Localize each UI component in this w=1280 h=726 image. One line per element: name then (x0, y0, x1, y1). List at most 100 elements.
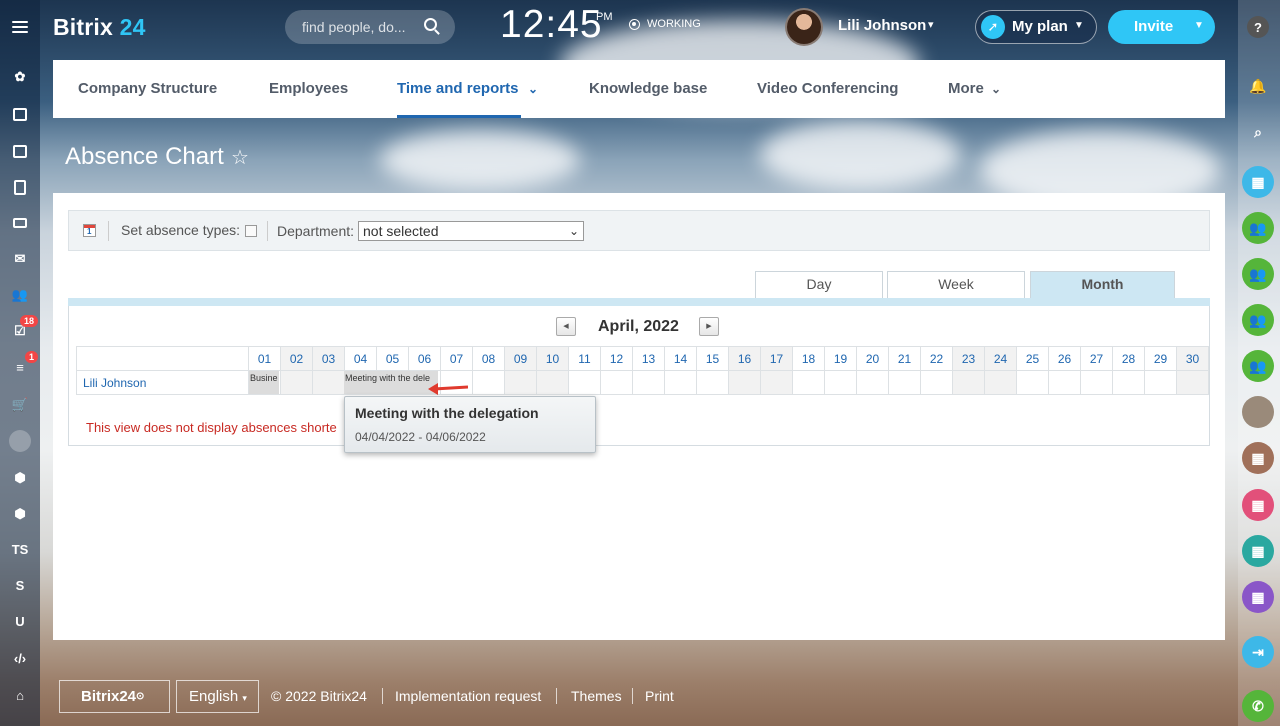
day-cell[interactable] (504, 370, 537, 395)
day-cell[interactable] (824, 370, 857, 395)
day-cell[interactable] (664, 370, 697, 395)
sidebar-item-s[interactable]: S (0, 567, 40, 603)
notification-bell-icon[interactable]: 🔔 (1242, 70, 1274, 102)
absence-bar-meeting[interactable]: Meeting with the dele (344, 371, 438, 394)
day-cell[interactable] (1080, 370, 1113, 395)
prev-month-button[interactable]: ◀ (556, 317, 576, 336)
tab-week[interactable]: Week (887, 271, 1025, 298)
nav-company-structure[interactable]: Company Structure (78, 80, 217, 97)
android-icon[interactable]: ⌂ (0, 677, 40, 713)
day-header: 12 (600, 346, 633, 371)
department-select[interactable]: not selected ⌄ (358, 221, 584, 241)
tab-month[interactable]: Month (1030, 271, 1175, 298)
day-cell[interactable] (920, 370, 953, 395)
day-cell[interactable] (1112, 370, 1145, 395)
day-cell[interactable] (792, 370, 825, 395)
box-icon[interactable]: ⬢ (0, 460, 40, 496)
calendar-chat-icon[interactable]: ▦ (1242, 581, 1274, 613)
day-cell[interactable] (1176, 370, 1209, 395)
chevron-down-icon[interactable]: ⌄ (528, 82, 538, 96)
document-icon[interactable] (0, 169, 40, 205)
groups-icon[interactable]: 👥 (0, 277, 40, 313)
day-cell[interactable] (952, 370, 985, 395)
print-link[interactable]: Print (645, 688, 674, 704)
cart-icon[interactable]: 🛒 (0, 387, 40, 423)
day-cell[interactable] (472, 370, 505, 395)
clock[interactable]: 12:45 (500, 3, 603, 47)
tasks-check-icon[interactable]: ☑ 18 (0, 313, 40, 349)
mail-icon[interactable]: ✉ (0, 241, 40, 277)
day-cell[interactable] (312, 370, 345, 395)
day-cell[interactable] (600, 370, 633, 395)
nav-time-and-reports[interactable]: Time and reports (397, 80, 518, 97)
themes-link[interactable]: Themes (571, 688, 622, 704)
sidebar-item-u[interactable]: U (0, 603, 40, 639)
nav-more[interactable]: More (948, 80, 984, 97)
short-absence-notice: This view does not display absences shor… (86, 420, 337, 435)
absence-bar-business[interactable]: Busine (249, 371, 279, 394)
group-chat-icon[interactable]: 👥 (1242, 304, 1274, 336)
contact-avatar[interactable] (1242, 396, 1274, 428)
day-cell[interactable] (696, 370, 729, 395)
day-cell[interactable] (728, 370, 761, 395)
feed-icon[interactable]: ✿ (0, 59, 40, 95)
chevron-down-icon[interactable]: ▾ (928, 18, 934, 31)
day-header: 30 (1176, 346, 1209, 371)
filter-icon[interactable]: ≡ 1 (0, 349, 40, 385)
calendar-icon[interactable] (0, 133, 40, 169)
logo[interactable]: Bitrix 24 (53, 14, 146, 41)
sidebar-item-ts[interactable]: TS (0, 531, 40, 567)
day-cell[interactable] (1144, 370, 1177, 395)
day-cell[interactable] (888, 370, 921, 395)
nav-knowledge-base[interactable]: Knowledge base (589, 80, 707, 97)
employee-name-link[interactable]: Lili Johnson (76, 370, 249, 395)
phone-icon[interactable]: ✆ (1242, 690, 1274, 722)
my-plan-label: My plan (1012, 18, 1068, 35)
open-lines-icon[interactable]: ⇥ (1242, 636, 1274, 668)
group-chat-icon[interactable]: 👥 (1242, 258, 1274, 290)
implementation-request-link[interactable]: Implementation request (395, 688, 541, 704)
working-status[interactable]: WORKING (647, 18, 701, 30)
invite-button[interactable]: Invite ▼ (1108, 10, 1215, 44)
next-month-button[interactable]: ▶ (699, 317, 719, 336)
cube-icon[interactable]: ⬢ (0, 496, 40, 532)
set-absence-types-checkbox[interactable] (245, 225, 257, 237)
search-icon[interactable]: ⌕ (1242, 116, 1274, 148)
drive-icon[interactable] (0, 205, 40, 241)
avatar[interactable] (785, 8, 823, 46)
day-cell[interactable] (568, 370, 601, 395)
star-icon[interactable]: ☆ (231, 145, 249, 170)
group-chat-icon[interactable]: 👥 (1242, 212, 1274, 244)
menu-icon[interactable] (0, 9, 40, 45)
contact-card-icon[interactable] (0, 423, 40, 459)
bg-cloud (760, 120, 960, 190)
day-cell[interactable] (1048, 370, 1081, 395)
divider (632, 688, 633, 704)
my-plan-button[interactable]: ➚ My plan ▼ (975, 10, 1097, 44)
calendar-icon[interactable] (83, 224, 96, 237)
calendar-chat-icon[interactable]: ▦ (1242, 489, 1274, 521)
calendar-chat-icon[interactable]: ▦ (1242, 166, 1274, 198)
user-name[interactable]: Lili Johnson (838, 17, 926, 34)
day-cell[interactable] (984, 370, 1017, 395)
calendar-chat-icon[interactable]: ▦ (1242, 442, 1274, 474)
day-cell[interactable] (280, 370, 313, 395)
chevron-down-icon[interactable]: ⌄ (991, 82, 1001, 96)
calendar-chat-icon[interactable]: ▦ (1242, 535, 1274, 567)
day-cell[interactable] (1016, 370, 1049, 395)
nav-employees[interactable]: Employees (269, 80, 348, 97)
day-cell[interactable] (856, 370, 889, 395)
footer-logo[interactable]: Bitrix24⊙ (59, 680, 170, 713)
tab-day[interactable]: Day (755, 271, 883, 298)
language-select[interactable]: English ▾ (176, 680, 259, 713)
help-icon[interactable]: ? (1247, 16, 1269, 38)
day-header: 23 (952, 346, 985, 371)
search-icon[interactable] (424, 18, 437, 31)
code-icon[interactable]: ‹/› (0, 640, 40, 676)
tasks-icon[interactable] (0, 96, 40, 132)
day-cell[interactable] (536, 370, 569, 395)
day-cell[interactable] (760, 370, 793, 395)
nav-video-conferencing[interactable]: Video Conferencing (757, 80, 898, 97)
day-cell[interactable] (632, 370, 665, 395)
group-chat-icon[interactable]: 👥 (1242, 350, 1274, 382)
